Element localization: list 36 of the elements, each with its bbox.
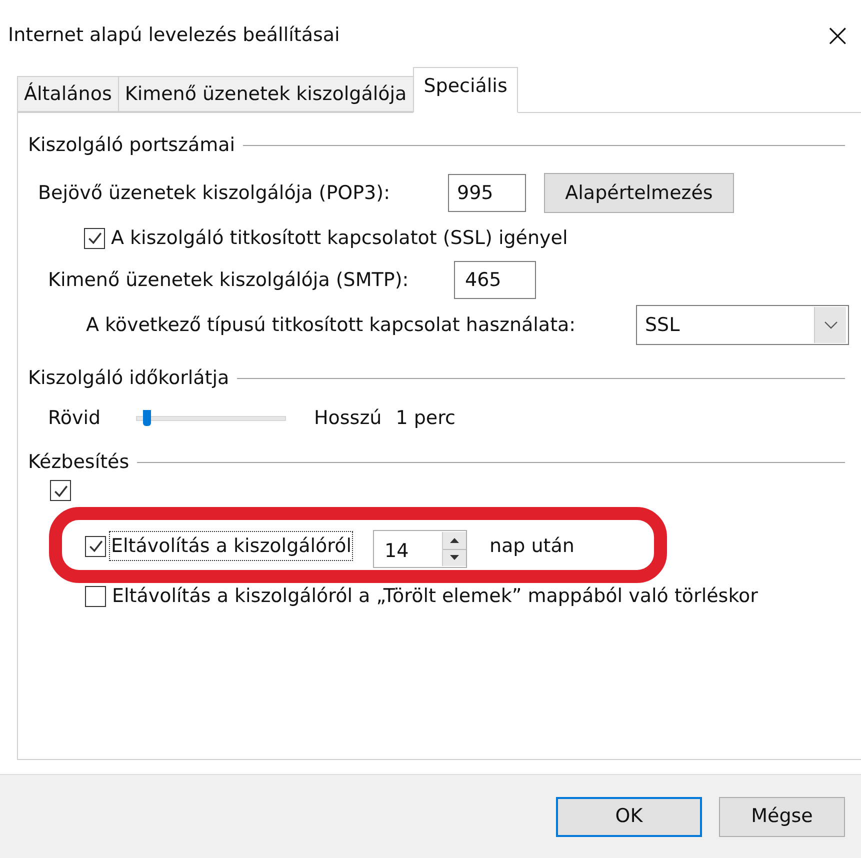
tab[interactable]: Kimenő üzenetek kiszolgálója — [118, 76, 414, 112]
checkbox-label: Eltávolítás a kiszolgálóról a „Törölt elemek” mappából való törléskor — [112, 584, 758, 609]
window-title: Internet alapú levelezés beállításai — [8, 22, 340, 48]
close-button[interactable]: × — [820, 19, 855, 51]
checkbox[interactable] — [50, 480, 71, 501]
checkbox[interactable] — [85, 586, 106, 606]
checkbox-label: A kiszolgáló titkosított kapcsolatot (SSL) igényel — [111, 226, 568, 251]
chevron-down-icon — [814, 307, 846, 343]
checkbox-label: Eltávolítás a kiszolgálóról — [109, 530, 354, 562]
days-spinner[interactable]: 14 — [373, 530, 468, 568]
tab[interactable]: Speciális — [412, 67, 518, 113]
checkbox[interactable] — [85, 536, 106, 556]
encryption-dropdown[interactable]: SSL — [636, 305, 849, 345]
default-button[interactable]: Alapértelmezés — [544, 173, 734, 213]
checkmark-icon — [52, 482, 68, 498]
port-field[interactable]: 995 — [448, 174, 526, 212]
field-label: Bejövő üzenetek kiszolgálója (POP3): — [38, 180, 391, 206]
days-suffix: nap után — [489, 534, 574, 559]
checkbox[interactable] — [84, 228, 105, 248]
timeout-slider[interactable] — [136, 409, 286, 427]
slider-thumb[interactable] — [142, 410, 150, 426]
field-label: A következő típusú titkosított kapcsolat használata: — [86, 312, 577, 338]
port-field[interactable]: 465 — [454, 261, 536, 299]
slider-max-label: Hosszú — [314, 406, 382, 431]
timeout-value: 1 perc — [396, 406, 456, 431]
checkmark-icon — [88, 538, 104, 554]
slider-min-label: Rövid — [48, 406, 102, 431]
group-heading: Kiszolgáló portszámai — [28, 132, 236, 158]
group-heading: Kiszolgáló időkorlátja — [28, 366, 230, 391]
checkmark-icon — [86, 230, 102, 246]
ok-button[interactable]: OK — [556, 796, 702, 836]
group-heading: Kézbesítés — [28, 450, 130, 475]
tab[interactable]: Általános — [17, 76, 119, 112]
field-label: Kimenő üzenetek kiszolgálója (SMTP): — [48, 268, 410, 293]
cancel-button[interactable]: Mégse — [719, 796, 845, 836]
spinner-arrows-icon[interactable] — [442, 532, 466, 566]
